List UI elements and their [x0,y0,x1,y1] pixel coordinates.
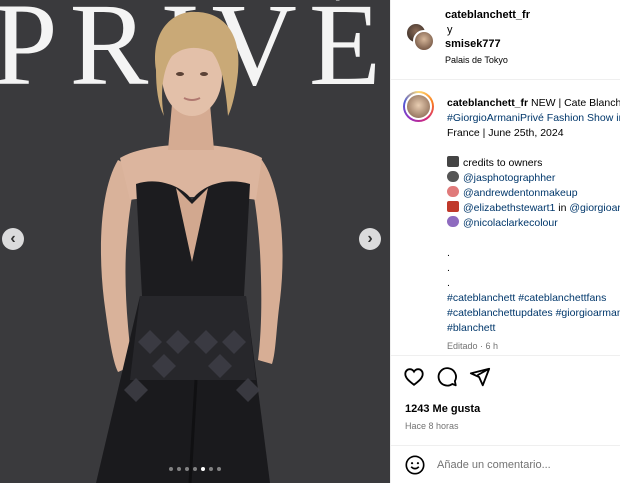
lipstick-icon [447,186,459,197]
author-username[interactable]: cateblanchett_fr [445,9,530,21]
caption-text: in [555,202,570,214]
post-caption: cateblanchett_fr NEW | Cate Blanchett at… [391,80,620,356]
carousel-dot [193,467,197,471]
hashtag-link[interactable]: #giorgioarmani [556,307,620,319]
carousel-dot [217,467,221,471]
carousel-dot [177,467,181,471]
hashtag-link[interactable]: #GiorgioArmaniPrivé Fashion Show in Pari… [447,112,620,124]
paper-plane-icon[interactable] [469,366,491,388]
like-count[interactable]: 1243 Me gusta [405,403,480,415]
camera-person-icon [447,171,459,182]
comment-bubble-icon[interactable] [436,366,458,388]
hashtag-link[interactable]: #cateblanchettupdates [447,307,553,319]
mention-link[interactable]: @andrewdentonmakeup [463,187,578,199]
hashtag-link[interactable]: #blanchett [447,322,495,334]
smiley-icon[interactable] [404,454,426,476]
edited-timestamp: Editado · 6 h [447,341,499,351]
dress-icon [447,201,459,212]
hashtag-link[interactable]: #cateblanchettfans [518,292,606,304]
caption-text: credits to owners [463,157,543,169]
post-photo[interactable]: PRIVÉ ‹ › [0,0,390,483]
caption-dot: . [447,247,450,259]
carousel-indicator [0,467,390,471]
post-header: cateblanchett_fr y smisek777 Palais de T… [391,0,620,80]
comment-input[interactable] [437,455,617,475]
previous-photo-button[interactable]: ‹ [2,228,24,250]
caption-dot: . [447,277,450,289]
caption-text: NEW | Cate Blanchett attends the [531,97,620,109]
caption-dot: . [447,262,450,274]
carousel-dot [209,467,213,471]
avatar[interactable] [413,30,435,52]
comment-box [391,446,620,483]
mention-link[interactable]: @elizabethstewart1 [463,202,555,214]
chevron-right-icon: › [367,230,373,247]
carousel-dot [169,467,173,471]
post-time: Hace 8 horas [405,421,459,431]
location-link[interactable]: Palais de Tokyo [445,55,508,65]
avatar[interactable] [403,91,434,122]
post-actions: 1243 Me gusta Hace 8 horas [391,356,620,446]
caption-username[interactable]: cateblanchett_fr [447,97,528,109]
collab-conjunction: y [447,24,453,36]
camera-icon [447,156,459,167]
hashtag-link[interactable]: #cateblanchett [447,292,515,304]
carousel-dot [185,467,189,471]
mention-link[interactable]: @jasphotographher [463,172,555,184]
heart-icon[interactable] [403,366,425,388]
chevron-left-icon: ‹ [10,230,16,247]
caption-text: France | June 25th, 2024 [447,127,564,139]
mention-link[interactable]: @giorgioarmani [569,202,620,214]
mention-link[interactable]: @nicolaclarkecolour [463,217,558,229]
haircut-icon [447,216,459,227]
post-side-panel: cateblanchett_fr y smisek777 Palais de T… [390,0,620,483]
collaborator-username[interactable]: smisek777 [445,38,501,50]
next-photo-button[interactable]: › [359,228,381,250]
carousel-dot [201,467,205,471]
woman-figure-illustration [96,11,283,483]
